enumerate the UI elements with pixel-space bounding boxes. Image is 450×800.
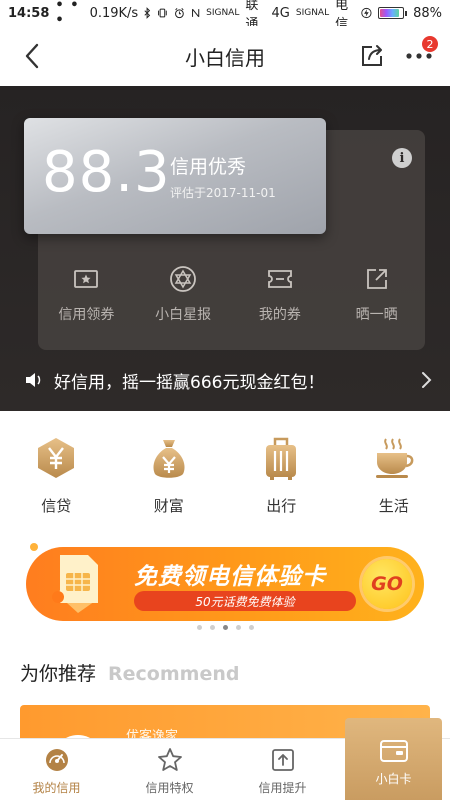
network-speed: 0.19K/s [89, 5, 139, 21]
nav-my-credit[interactable]: 我的信用 [0, 739, 113, 800]
service-categories: 信贷 财富 出行 生活 [0, 411, 450, 529]
category-wealth[interactable]: 财富 [113, 411, 226, 529]
category-loan[interactable]: 信贷 [0, 411, 113, 529]
speaker-icon [26, 373, 41, 387]
banner-decoration-dot [30, 543, 38, 551]
share-icon [362, 45, 382, 66]
coffee-cup-icon [372, 435, 416, 481]
battery-icon [378, 7, 408, 19]
coupon-star-icon [71, 264, 101, 294]
share-button[interactable] [358, 42, 386, 70]
chevron-right-icon [422, 372, 432, 388]
info-icon[interactable]: i [392, 148, 412, 168]
wallet-card-icon [379, 740, 408, 762]
upload-box-icon [270, 747, 296, 773]
action-credit-coupon[interactable]: 信用领券 [38, 264, 135, 334]
recommend-title: 为你推荐 Recommend [20, 659, 239, 686]
action-my-coupons[interactable]: 我的券 [232, 264, 329, 334]
recommend-title-en: Recommend [108, 663, 240, 685]
gauge-icon [44, 747, 70, 773]
action-star-report[interactable]: 小白星报 [135, 264, 232, 334]
alarm-icon [175, 8, 184, 19]
pagination-dot [235, 625, 241, 630]
signal-label-2: SIGNAL [295, 7, 330, 18]
nav-credit-privileges[interactable]: 信用特权 [113, 739, 226, 800]
hero-actions: 信用领券 小白星报 我的券 晒一晒 [38, 264, 425, 334]
charging-icon [361, 7, 372, 19]
suitcase-icon [259, 435, 303, 481]
category-life[interactable]: 生活 [338, 411, 450, 529]
banner-headline: 免费领电信体验卡 [134, 564, 326, 590]
promo-text: 好信用，摇一摇赢666元现金红包！ [54, 372, 325, 393]
back-button[interactable] [16, 40, 48, 72]
notification-badge: 2 [422, 36, 438, 52]
go-button[interactable]: GO [362, 559, 412, 609]
yen-hexagon-icon [34, 435, 78, 481]
nav-xiaobai-card[interactable]: 小白卡 [345, 718, 442, 800]
nav-card-label: 小白卡 [375, 772, 412, 786]
action-share[interactable]: 晒一晒 [328, 264, 425, 334]
pagination-dot [222, 625, 228, 630]
share-out-icon [362, 264, 392, 294]
promo-notice[interactable]: 好信用，摇一摇赢666元现金红包！ [0, 362, 450, 398]
nav-label: 信用特权 [145, 781, 194, 795]
pagination-dot [248, 625, 254, 630]
ticket-icon [265, 264, 295, 294]
promo-banner[interactable]: 免费领电信体验卡 50元话费免费体验 GO [26, 547, 424, 621]
status-dots: • • • [55, 0, 80, 28]
recommend-title-cn: 为你推荐 [20, 663, 97, 685]
nav-label: 信用提升 [258, 781, 307, 795]
banner-subtitle: 50元话费免费体验 [134, 591, 356, 611]
network-type: 4G [271, 5, 290, 21]
category-travel[interactable]: 出行 [225, 411, 338, 529]
page-title: 小白信用 [185, 45, 265, 70]
score-card[interactable]: 88.3 信用优秀 评估于2017-11-01 [24, 118, 326, 234]
action-label: 信用领券 [58, 307, 115, 323]
banner-section: 免费领电信体验卡 50元话费免费体验 GO [0, 529, 450, 641]
bluetooth-icon [144, 7, 151, 19]
more-menu-button[interactable]: 2 [404, 36, 438, 70]
credit-score: 88.3 [42, 140, 171, 205]
credit-hero: i 88.3 信用优秀 评估于2017-11-01 信用领券 小白星报 我的券 … [0, 86, 450, 411]
battery-percent: 88% [413, 5, 442, 21]
app-header: 小白信用 2 [0, 26, 450, 86]
nfc-icon [191, 8, 200, 18]
pagination-dot [196, 625, 202, 630]
screen: 14:58 • • • 0.19K/s SIGNAL 联通 4G SIGNAL … [0, 0, 450, 800]
evaluation-date: 评估于2017-11-01 [170, 186, 276, 200]
signal-label-1: SIGNAL [206, 7, 240, 18]
category-label: 信贷 [41, 497, 72, 515]
status-bar: 14:58 • • • 0.19K/s SIGNAL 联通 4G SIGNAL … [0, 0, 450, 32]
banner-pagination [0, 625, 450, 630]
vibrate-icon [158, 8, 167, 18]
action-label: 小白星报 [155, 307, 212, 323]
status-time: 14:58 [8, 5, 50, 21]
battery-fill [380, 9, 400, 17]
nav-credit-improve[interactable]: 信用提升 [226, 739, 339, 800]
nav-label: 我的信用 [32, 781, 81, 795]
more-dots-icon [406, 53, 432, 59]
chevron-left-icon [25, 43, 39, 69]
category-label: 出行 [266, 497, 297, 515]
action-label: 我的券 [258, 307, 301, 323]
pagination-dot [209, 625, 215, 630]
money-bag-icon [147, 435, 191, 481]
action-label: 晒一晒 [355, 307, 398, 323]
category-label: 生活 [378, 497, 409, 515]
sim-card-icon [52, 555, 98, 613]
category-label: 财富 [153, 497, 184, 515]
star-of-david-icon [168, 264, 198, 294]
credit-level: 信用优秀 [170, 156, 247, 178]
star-outline-icon [157, 747, 183, 773]
